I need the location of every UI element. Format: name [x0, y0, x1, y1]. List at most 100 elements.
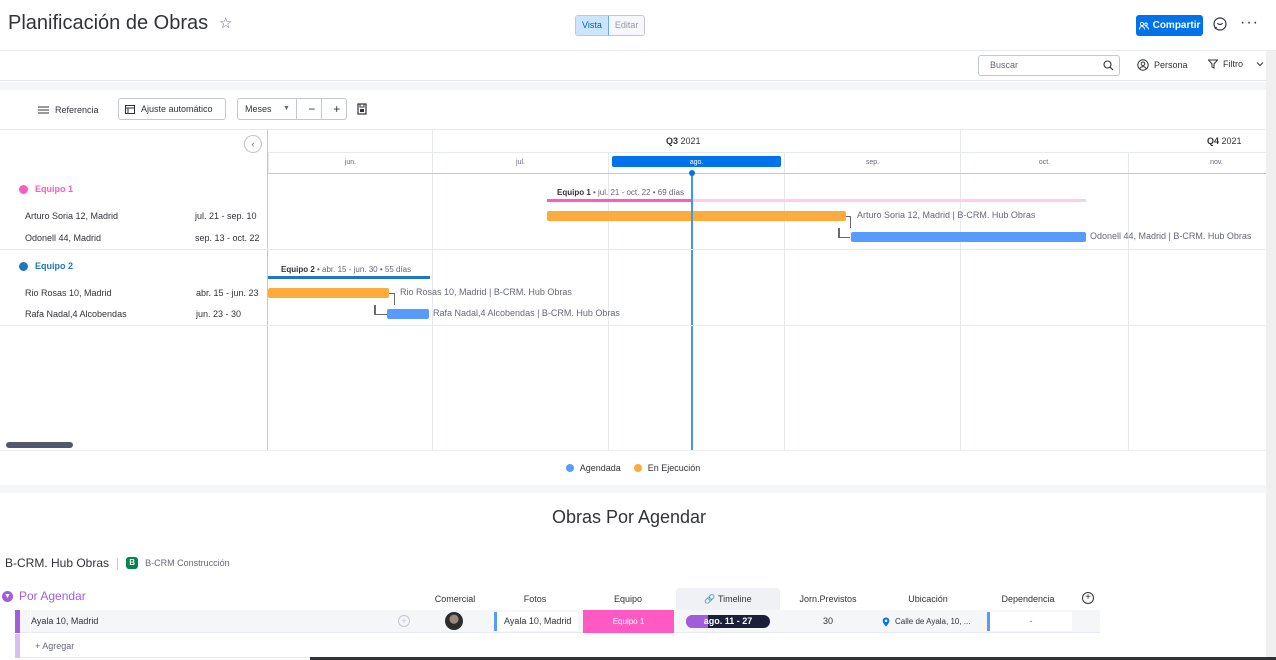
legend-color-dot: [633, 464, 642, 472]
month-label: jun.: [268, 152, 432, 173]
gantt-item-dates: abr. 15 - jun. 23: [196, 288, 259, 298]
gantt-bar[interactable]: [547, 211, 846, 221]
gantt-item-list: ‹ Equipo 1 Arturo Soria 12, Madrid jul. …: [0, 130, 268, 450]
link-icon: 🔗: [704, 594, 716, 604]
column-header-ubicacion[interactable]: Ubicación: [876, 588, 980, 610]
auto-fit-button[interactable]: Ajuste automático: [118, 98, 226, 120]
export-icon[interactable]: [357, 103, 367, 115]
jornadas-cell[interactable]: 30: [783, 610, 873, 633]
legend-item-en-ejecucion: En Ejecución: [633, 463, 701, 473]
item-name[interactable]: Ayala 10, Madrid: [30, 610, 430, 633]
equipo-status-cell[interactable]: Equipo 1: [583, 610, 674, 633]
group-summary-bar[interactable]: [268, 276, 430, 279]
gantt-chart: ‹ Equipo 1 Arturo Soria 12, Madrid jul. …: [0, 130, 1266, 450]
more-options-icon[interactable]: ···: [1240, 14, 1259, 32]
group-name: Equipo 2: [35, 261, 73, 271]
chevron-down-icon: [1256, 62, 1264, 67]
dependency-connector: [374, 314, 387, 315]
group-header-equipo-1[interactable]: Equipo 1: [19, 184, 73, 194]
person-filter-label: Persona: [1154, 60, 1188, 70]
timeline-cell[interactable]: ago. 11 - 27: [686, 615, 770, 628]
group-summary-label: Equipo 1 • jul. 21 - oct. 22 • 69 días: [557, 188, 684, 197]
add-column-button[interactable]: +: [1082, 592, 1094, 604]
gantt-item-name[interactable]: Rio Rosas 10, Madrid: [25, 288, 112, 298]
gantt-bar[interactable]: [851, 232, 1086, 242]
vertical-scrollbar[interactable]: [1266, 51, 1276, 660]
ubicacion-cell[interactable]: Calle de Ayala, 10, ...: [878, 610, 983, 633]
dropdown-caret-icon: ▼: [283, 105, 290, 112]
avatar[interactable]: [445, 612, 463, 630]
add-item-row[interactable]: + Agregar: [15, 634, 1100, 658]
gantt-item-name[interactable]: Arturo Soria 12, Madrid: [25, 211, 118, 221]
zoom-in-button[interactable]: +: [328, 99, 346, 119]
quarter-label-q4: Q4 2021: [1207, 136, 1242, 146]
view-mode-button[interactable]: Vista: [576, 16, 609, 35]
workspace-badge: B: [126, 557, 139, 569]
list-icon: [38, 106, 49, 114]
column-header-dependencia[interactable]: Dependencia: [983, 588, 1073, 610]
today-marker-line: [691, 172, 693, 450]
legend-color-dot: [565, 464, 574, 472]
location-pin-icon: [882, 617, 890, 626]
search-input[interactable]: Buscar: [978, 55, 1120, 76]
page-title[interactable]: Planificación de Obras: [8, 12, 208, 35]
column-header-jorn-previstos[interactable]: Jorn.Previstos: [783, 588, 873, 610]
dependency-connector: [389, 293, 395, 305]
gantt-bar[interactable]: [268, 288, 389, 298]
quarter-divider: [432, 130, 433, 152]
zoom-out-button[interactable]: −: [303, 99, 322, 119]
add-update-icon[interactable]: +: [398, 615, 410, 627]
legend-label: En Ejecución: [647, 463, 701, 473]
dependencia-cell[interactable]: -: [987, 612, 1072, 631]
gantt-item-name[interactable]: Odonell 44, Madrid: [25, 233, 101, 243]
fotos-cell[interactable]: Ayala 10, Madrid: [494, 612, 578, 631]
legend-label: Agendada: [579, 463, 621, 473]
search-icon: [1103, 60, 1114, 71]
updates-chat-icon[interactable]: [1212, 16, 1228, 32]
divider: [0, 485, 1276, 493]
quarter-name: Q3: [666, 136, 679, 146]
column-header-fotos[interactable]: Fotos: [490, 588, 580, 610]
search-placeholder: Buscar: [990, 60, 1019, 70]
timescale-dropdown[interactable]: Meses ▼: [238, 99, 297, 119]
today-marker-dot: [689, 170, 695, 176]
group-title: Por Agendar: [19, 589, 86, 603]
group-header-equipo-2[interactable]: Equipo 2: [19, 261, 73, 271]
gantt-bar[interactable]: [387, 309, 429, 319]
share-button[interactable]: Compartir: [1136, 15, 1203, 36]
column-header-timeline[interactable]: 🔗 Timeline: [676, 588, 780, 610]
column-header-equipo[interactable]: Equipo: [582, 588, 674, 610]
table-row[interactable]: Ayala 10, Madrid + Ayala 10, Madrid Equi…: [15, 610, 1100, 633]
group-divider: [0, 325, 1266, 326]
horizontal-scrollbar[interactable]: [6, 442, 73, 448]
person-icon: [1137, 59, 1149, 71]
month-label: nov.: [1128, 152, 1266, 173]
group-divider: [0, 249, 1266, 250]
group-header-por-agendar[interactable]: ▼ Por Agendar: [2, 589, 86, 603]
reference-label: Referencia: [55, 105, 99, 115]
reference-button[interactable]: Referencia: [38, 99, 99, 121]
timescale-value: Meses: [245, 104, 272, 114]
share-button-label: Compartir: [1152, 20, 1201, 31]
gantt-legend: Agendada En Ejecución: [0, 450, 1266, 485]
quarter-divider: [960, 130, 961, 152]
column-header-comercial[interactable]: Comercial: [420, 588, 490, 610]
board-link[interactable]: B-CRM. Hub Obras | B B-CRM Construcción: [5, 556, 230, 570]
group-summary-bar[interactable]: [693, 199, 1086, 202]
board-name: B-CRM. Hub Obras: [5, 556, 110, 570]
edit-mode-button[interactable]: Editar: [608, 16, 645, 35]
collapse-list-button[interactable]: ‹: [244, 135, 262, 153]
users-icon: [1138, 21, 1149, 30]
gantt-item-name[interactable]: Rafa Nadal,4 Alcobendas: [25, 309, 127, 319]
group-color-dot: [19, 261, 28, 271]
chevron-down-icon[interactable]: ▼: [2, 590, 13, 602]
view-edit-toggle: Vista Editar: [575, 15, 646, 36]
gantt-timeline[interactable]: Q3 2021 Q4 2021 jun. jul. ago. sep. oct.…: [268, 130, 1266, 450]
month-label-current: ago.: [608, 152, 784, 173]
star-icon[interactable]: ☆: [219, 14, 232, 32]
divider: [0, 82, 1276, 90]
person-filter-button[interactable]: Persona: [1137, 59, 1188, 71]
filter-button[interactable]: Filtro: [1208, 59, 1264, 69]
divider: [268, 173, 1266, 174]
group-summary-label: Equipo 2 • abr. 15 - jun. 30 • 55 días: [281, 265, 411, 274]
